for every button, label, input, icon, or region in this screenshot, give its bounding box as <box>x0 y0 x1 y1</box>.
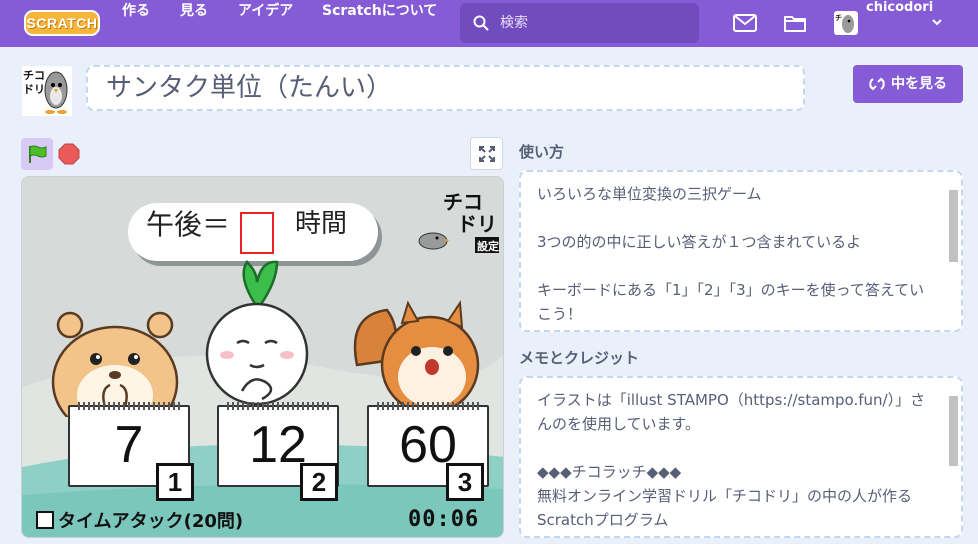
search-icon <box>473 15 489 31</box>
user-avatar[interactable]: チ <box>834 11 858 35</box>
time-attack-label: タイムアタック(20問) <box>58 511 244 532</box>
nav-ideas[interactable]: アイデア <box>238 0 293 47</box>
username[interactable]: chicodori <box>866 0 933 47</box>
svg-text:チ: チ <box>835 14 842 22</box>
instructions-scrollbar[interactable] <box>947 176 959 326</box>
see-inside-button[interactable]: 中を見る <box>853 65 963 103</box>
notes-text: イラストは「illust STAMPO（https://stampo.fun/）… <box>537 388 937 532</box>
question-unit: 時間 <box>295 209 348 239</box>
svg-text:ドリ: ドリ <box>457 212 497 236</box>
author-avatar[interactable]: チコ ドリ <box>22 66 72 116</box>
nav-create[interactable]: 作る <box>122 0 150 47</box>
key-label-1: 1 <box>156 463 194 501</box>
top-nav: SCRATCH 作る 見る アイデア Scratchについて チ chicodo… <box>0 0 978 47</box>
green-flag-button[interactable] <box>21 138 53 170</box>
key-label-3: 3 <box>446 463 484 501</box>
stop-icon[interactable] <box>58 143 80 165</box>
key-label-2: 2 <box>300 463 338 501</box>
scroll-thumb[interactable] <box>949 190 958 262</box>
instructions-line: いろいろな単位変換の三択ゲーム <box>537 185 762 203</box>
instructions-heading: 使い方 <box>519 143 565 161</box>
notes-line: ◆◆◆チコラッチ◆◆◆ <box>537 463 682 481</box>
instructions-text: いろいろな単位変換の三択ゲーム 3つの的の中に正しい答えが１つ含まれているよ キ… <box>537 182 937 326</box>
messages-icon[interactable] <box>733 13 757 33</box>
project-stage[interactable]: 午後＝ 時間 チコ ドリ 設定 7 12 60 1 2 3 タイムアタック(20… <box>21 176 504 538</box>
notes-line: イラストは「illust STAMPO（https://stampo.fun/）… <box>537 391 926 433</box>
see-inside-label: 中を見る <box>891 76 947 92</box>
scroll-thumb[interactable] <box>949 396 958 466</box>
green-flag-icon <box>29 145 47 163</box>
instructions-panel[interactable]: いろいろな単位変換の三択ゲーム 3つの的の中に正しい答えが１つ含まれているよ キ… <box>519 170 963 332</box>
fullscreen-icon <box>479 146 495 162</box>
instructions-line: キーボードにある「1」「2」「3」のキーを使って答えていこう！ <box>537 281 925 323</box>
project-title-field[interactable]: サンタク単位（たんい） <box>86 65 805 111</box>
answer-blank <box>240 212 274 254</box>
radish-character <box>205 260 309 406</box>
svg-text:ドリ: ドリ <box>23 83 45 96</box>
notes-panel[interactable]: イラストは「illust STAMPO（https://stampo.fun/）… <box>519 376 963 538</box>
timer-display: 00:06 <box>408 507 480 532</box>
svg-text:チコ: チコ <box>443 190 483 214</box>
notes-heading: メモとクレジット <box>519 349 640 367</box>
time-attack-toggle[interactable]: タイムアタック(20問) <box>36 507 243 533</box>
notes-scrollbar[interactable] <box>947 382 959 532</box>
notes-line: 無料オンライン学習ドリル「チコドリ」の中の人が作るScratchプログラム <box>537 487 913 529</box>
scratch-logo[interactable]: SCRATCH <box>24 10 100 36</box>
settings-label[interactable]: 設定 <box>477 238 499 254</box>
nav-explore[interactable]: 見る <box>180 0 208 47</box>
search-bar[interactable] <box>460 3 699 43</box>
remix-arrows-icon <box>869 77 885 91</box>
project-title[interactable]: サンタク単位（たんい） <box>106 67 392 104</box>
squirrel-character <box>353 300 480 415</box>
question-bubble: 午後＝ 時間 <box>128 203 378 261</box>
search-input[interactable] <box>500 3 690 43</box>
fullscreen-button[interactable] <box>470 137 503 170</box>
instructions-line: 3つの的の中に正しい答えが１つ含まれているよ <box>537 233 862 251</box>
svg-text:チコ: チコ <box>23 69 45 82</box>
time-attack-checkbox[interactable] <box>36 511 54 529</box>
folder-icon[interactable] <box>783 13 807 33</box>
hamster-character <box>51 311 179 417</box>
question-prefix: 午後＝ <box>146 208 231 241</box>
nav-about[interactable]: Scratchについて <box>322 0 437 47</box>
chevron-down-icon[interactable] <box>931 17 943 27</box>
